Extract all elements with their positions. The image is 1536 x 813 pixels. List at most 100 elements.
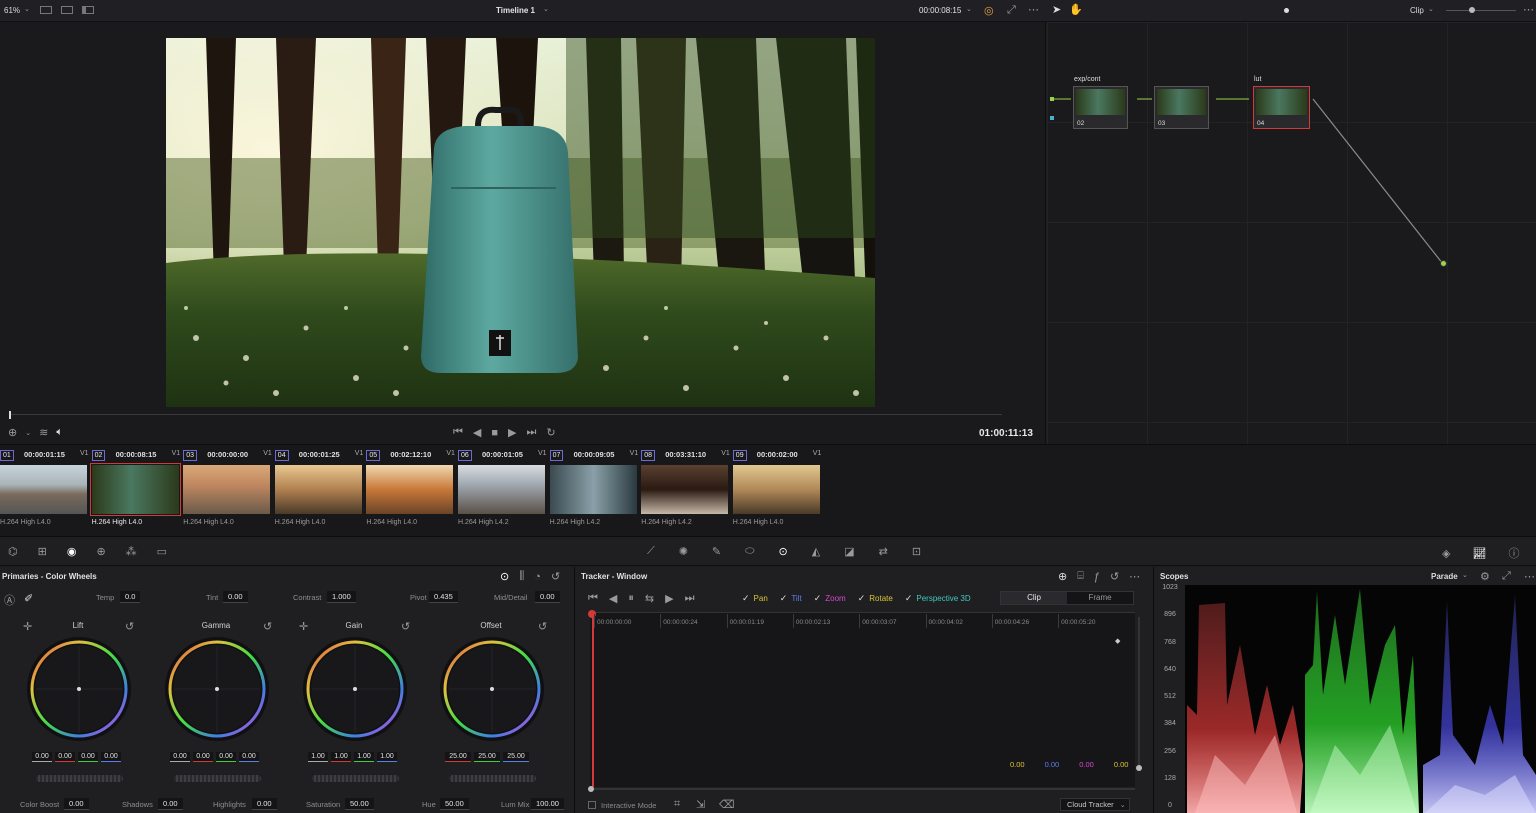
alpha-input-icon[interactable] [1050,116,1054,120]
clip-thumbnail[interactable] [0,465,87,514]
reset-icon[interactable]: ↺ [551,570,560,583]
tracker-vscroll[interactable] [1138,617,1140,767]
color-wheel-icon[interactable] [302,636,408,742]
chevron-down-icon[interactable]: ⌄ [24,5,30,13]
reset-icon[interactable]: ↺ [263,620,272,633]
delete-point-icon[interactable]: ⌫ [719,798,735,811]
timeline-name[interactable]: Timeline 1 [496,6,535,15]
perspective-3d-checkbox[interactable]: ✓ Perspective 3D [905,593,971,604]
reset-icon[interactable]: ↺ [125,620,134,633]
saturation-field[interactable]: 50.00 [345,798,374,810]
clip-05[interactable]: 05 00:02:12:10 V1 H.264 High L4.0 [366,448,456,528]
clip-09[interactable]: 09 00:00:02:00 V1 H.264 High L4.0 [732,448,823,528]
zoom-level[interactable]: 61% [4,6,20,15]
chevron-down-icon[interactable]: ⌄ [1462,571,1468,579]
wheel-value-field[interactable]: 0.00 [32,752,52,762]
camera-raw-icon[interactable]: ⌬ [8,545,18,558]
bars-mode-icon[interactable]: ⫼ [519,570,524,583]
fx-tracker-icon[interactable]: ƒ [1094,571,1100,583]
wheel-value-field[interactable]: 0.00 [78,752,98,762]
clip-thumbnail[interactable] [274,465,362,514]
clip-08[interactable]: 08 00:03:31:10 V1 H.264 High L4.2 [641,448,731,528]
color-wheel-icon[interactable] [439,636,545,742]
tracker-playhead[interactable] [592,612,594,787]
track-reverse-icon[interactable]: ◀ [609,592,617,605]
color-boost-field[interactable]: 0.00 [64,798,89,810]
track-forward-icon[interactable]: ▶ [665,592,673,605]
color-wheel-icon[interactable] [164,636,270,742]
zoom-checkbox[interactable]: ✓ Zoom [814,593,846,604]
wheel-value-field[interactable]: 25.00 [445,752,471,762]
play-reverse-icon[interactable]: ◀ [473,426,481,439]
tracker-type-select[interactable]: Cloud Tracker ⌄ [1060,798,1130,811]
output-node-icon[interactable] [1440,260,1447,267]
motion-effects-icon[interactable]: ▭ [157,545,167,558]
scope-settings-icon[interactable]: ⚙︎ [1480,570,1490,583]
playhead-scrubber[interactable] [10,414,1002,415]
wheel-value-field[interactable]: 1.00 [354,752,374,762]
clip-01[interactable]: 01 00:00:01:15 V1 H.264 High L4.0 [0,448,90,528]
chevron-down-icon[interactable]: ⌄ [543,5,549,13]
rotate-checkbox[interactable]: ✓ Rotate [858,593,893,604]
wheel-value-field[interactable]: 25.00 [503,752,529,762]
fullscreen-icon[interactable]: ⤢ [1502,570,1511,583]
keyframe-icon[interactable]: ◆ [1115,637,1120,645]
color-wheel-icon[interactable] [26,636,132,742]
single-viewer-icon[interactable] [40,6,52,14]
viewer-frame[interactable] [166,38,875,407]
auto-balance-icon[interactable]: Ⓐ [4,592,15,608]
magic-mask-icon[interactable]: ◭ [812,545,820,558]
key-icon[interactable]: ⇄ [879,545,888,558]
clip-thumbnail[interactable] [366,465,454,514]
tracker-icon[interactable]: ⊙ [779,545,788,558]
wheel-value-field[interactable]: 0.00 [193,752,213,762]
wheel-value-field[interactable]: 0.00 [170,752,190,762]
qualifier-icon[interactable]: ✎ [712,545,721,558]
color-wheels-icon[interactable]: ◉ [67,545,77,558]
wheel-master-jog[interactable] [174,775,261,782]
track-to-start-icon[interactable]: ⏮︎ [588,592,598,605]
chevron-down-icon[interactable]: ⌄ [25,429,31,437]
stop-icon[interactable]: ■ [491,427,498,439]
node-zoom-slider[interactable] [1446,10,1516,11]
hdr-wheels-icon[interactable]: ⊕ [96,545,105,558]
cinema-viewer-icon[interactable] [82,6,94,14]
input-node-icon[interactable] [1050,97,1054,101]
contrast-field[interactable]: 1.000 [327,591,356,603]
skip-to-end-icon[interactable]: ⏭︎ [527,426,537,439]
scopes-icon[interactable]: 📈︎ [1472,547,1486,560]
volume-icon[interactable]: 🔈︎ [56,426,63,439]
frame-tab[interactable]: Frame [1067,592,1133,604]
color-warper-icon[interactable]: ✺ [679,545,688,558]
shadows-field[interactable]: 0.00 [158,798,183,810]
blur-icon[interactable]: ◪ [844,545,854,558]
pivot-field[interactable]: 0.435 [429,591,458,603]
wheel-master-jog[interactable] [312,775,399,782]
interactive-mode-checkbox[interactable] [588,801,596,809]
chevron-down-icon[interactable]: ⌄ [966,5,972,13]
clip-tab[interactable]: Clip [1001,592,1067,604]
clip-02[interactable]: 02 00:00:08:15 V1 H.264 High L4.0 [89,448,182,528]
loop-icon[interactable]: ↻ [546,426,555,439]
window-tracker-icon[interactable]: ⊕ [1058,570,1067,583]
window-icon[interactable]: ⬭ [745,545,754,558]
log-mode-icon[interactable]: ◔ [534,571,541,583]
reset-icon[interactable]: ↺ [401,620,410,633]
wheel-value-field[interactable]: 0.00 [239,752,259,762]
playhead-handle[interactable] [9,411,11,419]
set-point-icon[interactable]: ⇲ [696,798,705,811]
node-zoom-handle[interactable] [1469,7,1475,13]
wheel-master-jog[interactable] [36,775,123,782]
pointer-icon[interactable]: ➤ [1052,3,1061,16]
clip-thumbnail[interactable] [732,465,820,514]
track-both-icon[interactable]: ⇆ [645,592,654,605]
clip-thumbnail[interactable] [641,465,729,514]
wheel-value-field[interactable]: 1.00 [308,752,328,762]
tint-field[interactable]: 0.00 [223,591,248,603]
clip-thumbnail[interactable] [458,465,545,514]
picker-crosshair-icon[interactable]: ✛ [299,620,308,633]
temp-field[interactable]: 0.0 [120,591,141,603]
clip-thumbnail[interactable] [89,463,181,516]
picker-crosshair-icon[interactable]: ✛ [23,620,32,633]
wheel-value-field[interactable]: 0.00 [101,752,121,762]
